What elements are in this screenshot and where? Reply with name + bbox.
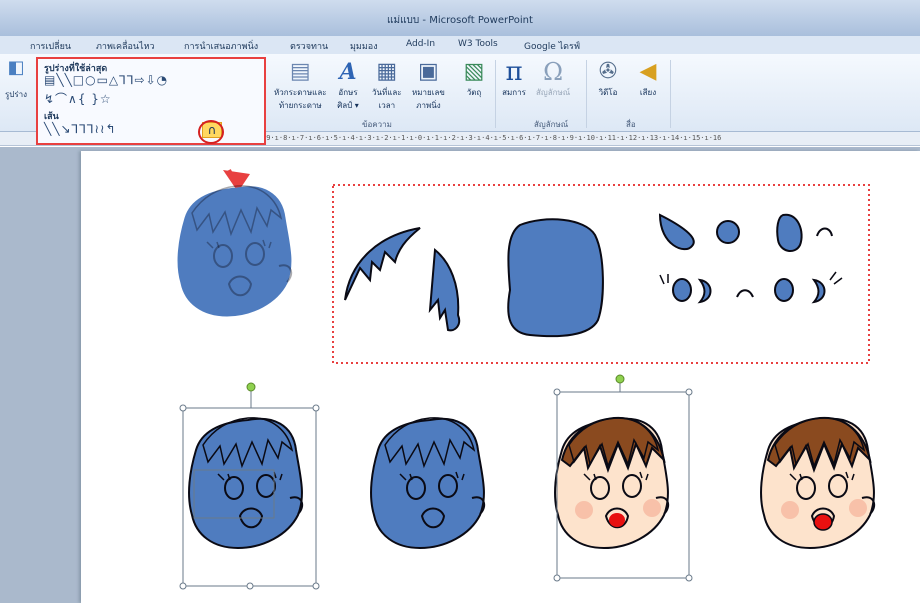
date-time-label: วันที่และ [372,88,402,97]
date-time-icon: ▦ [376,59,398,84]
powerpoint-window: แม่แบบ - Microsoft PowerPoint การเปลี่ยน… [0,0,920,603]
object-button[interactable]: ▧ วัตถุ [462,60,486,99]
text-group-label: ข้อความ [362,120,392,129]
symbol-label: สัญลักษณ์ [536,88,571,97]
rotation-handle[interactable] [246,382,256,392]
audio-label: เสียง [639,88,657,97]
wordart-label: อักษร [338,88,358,97]
resize-handle[interactable] [179,404,187,412]
tab-google-drive[interactable]: Google ไดรฟ์ [524,39,580,53]
lines-shapes-row[interactable]: ╲╲↘⅂⅂⅂≀≀↰ [44,122,117,136]
slide-number-icon: ▣ [418,59,439,84]
pupil-part[interactable] [697,278,712,304]
eye-part[interactable] [716,220,740,244]
wordart-label2: ศิลป์ ▾ [337,101,359,110]
tab-review[interactable]: ตรวจทาน [290,39,328,53]
lash-part [829,271,843,285]
title-bar: แม่แบบ - Microsoft PowerPoint [0,0,920,36]
shapes-button[interactable]: ◧ รูปร่าง [4,56,28,99]
rotation-handle[interactable] [615,374,625,384]
resize-handle[interactable] [179,582,187,590]
tab-w3tools[interactable]: W3 Tools [458,39,498,49]
tab-transitions[interactable]: การเปลี่ยน [30,39,71,53]
tab-addin[interactable]: Add-In [406,39,435,49]
recent-shapes-row[interactable]: ▤╲╲□○▭△⅂⅂⇨⇩◔ [44,73,168,87]
pupil-part[interactable] [811,278,826,304]
speaker-icon: ◀ [639,59,657,84]
blue-face-top[interactable] [177,184,293,317]
pupil-part[interactable] [672,278,692,302]
lines-header: เส้น [44,112,59,122]
wordart-button[interactable]: A อักษร ศิลป์ ▾ [336,60,360,112]
object-label: วัตถุ [466,88,482,97]
mouth-part[interactable] [736,289,754,298]
equation-button[interactable]: π สมการ [502,57,526,99]
slide-artwork [177,169,876,590]
media-group-label: สื่อ [626,120,636,129]
window-title: แม่แบบ - Microsoft PowerPoint [387,15,533,26]
pi-icon: π [505,57,523,87]
eyebrow-part[interactable] [816,227,833,237]
resize-handle[interactable] [553,574,561,582]
equation-label: สมการ [502,88,526,97]
hair-shape[interactable] [344,227,461,332]
pupil-part[interactable] [774,278,794,302]
video-button[interactable]: ✇ วิดีโอ [596,60,620,99]
resize-handle[interactable] [312,582,320,590]
tab-animations[interactable]: ภาพเคลื่อนไหว [96,39,155,53]
colored-face-selected[interactable] [554,416,670,549]
tab-slideshow[interactable]: การนำเสนอภาพนิ่ง [184,39,258,53]
film-icon: ✇ [598,59,618,84]
lash-part [659,274,669,285]
tab-view[interactable]: มุมมอง [350,39,378,53]
resize-handle[interactable] [685,388,693,396]
resize-handle[interactable] [553,388,561,396]
wordart-icon: A [339,59,357,85]
group-separator [495,60,496,128]
resize-handle[interactable] [246,582,254,590]
symbols-group-label: สัญลักษณ์ [534,120,569,129]
object-icon: ▧ [463,59,485,84]
ear-part[interactable] [776,213,803,252]
ribbon-tabs: การเปลี่ยน ภาพเคลื่อนไหว การนำเสนอภาพนิ่… [0,36,920,54]
resize-handle[interactable] [312,404,320,412]
audio-button[interactable]: ◀ เสียง [636,60,660,99]
blue-face-selected[interactable] [188,416,304,549]
recent-shapes-row[interactable]: ↯⌒∧{ }☆ [44,90,112,107]
slide-number-button[interactable]: ▣ หมายเลข ภาพนิ่ง [412,60,445,112]
header-footer-icon: ▤ [289,59,311,84]
shapes-gallery: รูปร่างที่ใช้ล่าสุด ▤╲╲□○▭△⅂⅂⇨⇩◔ ↯⌒∧{ }☆… [36,57,266,145]
slide-number-label2: ภาพนิ่ง [416,101,441,110]
shapes-icon: ◧ [7,57,25,78]
shapes-button-label: รูปร่าง [4,90,28,99]
colored-face-final[interactable] [760,416,876,549]
header-footer-button[interactable]: ▤ หัวกระดาษและ ท้ายกระดาษ [274,60,327,112]
slide-number-label: หมายเลข [412,88,445,97]
header-footer-label: หัวกระดาษและ [274,88,327,97]
header-footer-label2: ท้ายกระดาษ [278,101,322,110]
date-time-label2: เวลา [378,101,396,110]
blue-face-outlined[interactable] [370,416,486,549]
video-label: วิดีโอ [598,88,618,97]
curve-highlight-circle [198,120,224,144]
group-separator [586,60,587,128]
omega-icon: Ω [543,58,564,86]
eye-part[interactable] [658,213,695,251]
date-time-button[interactable]: ▦ วันที่และ เวลา [372,60,402,112]
resize-handle[interactable] [685,574,693,582]
symbol-button[interactable]: Ω สัญลักษณ์ [536,60,570,99]
group-separator [670,60,671,128]
face-base-shape[interactable] [507,218,604,338]
